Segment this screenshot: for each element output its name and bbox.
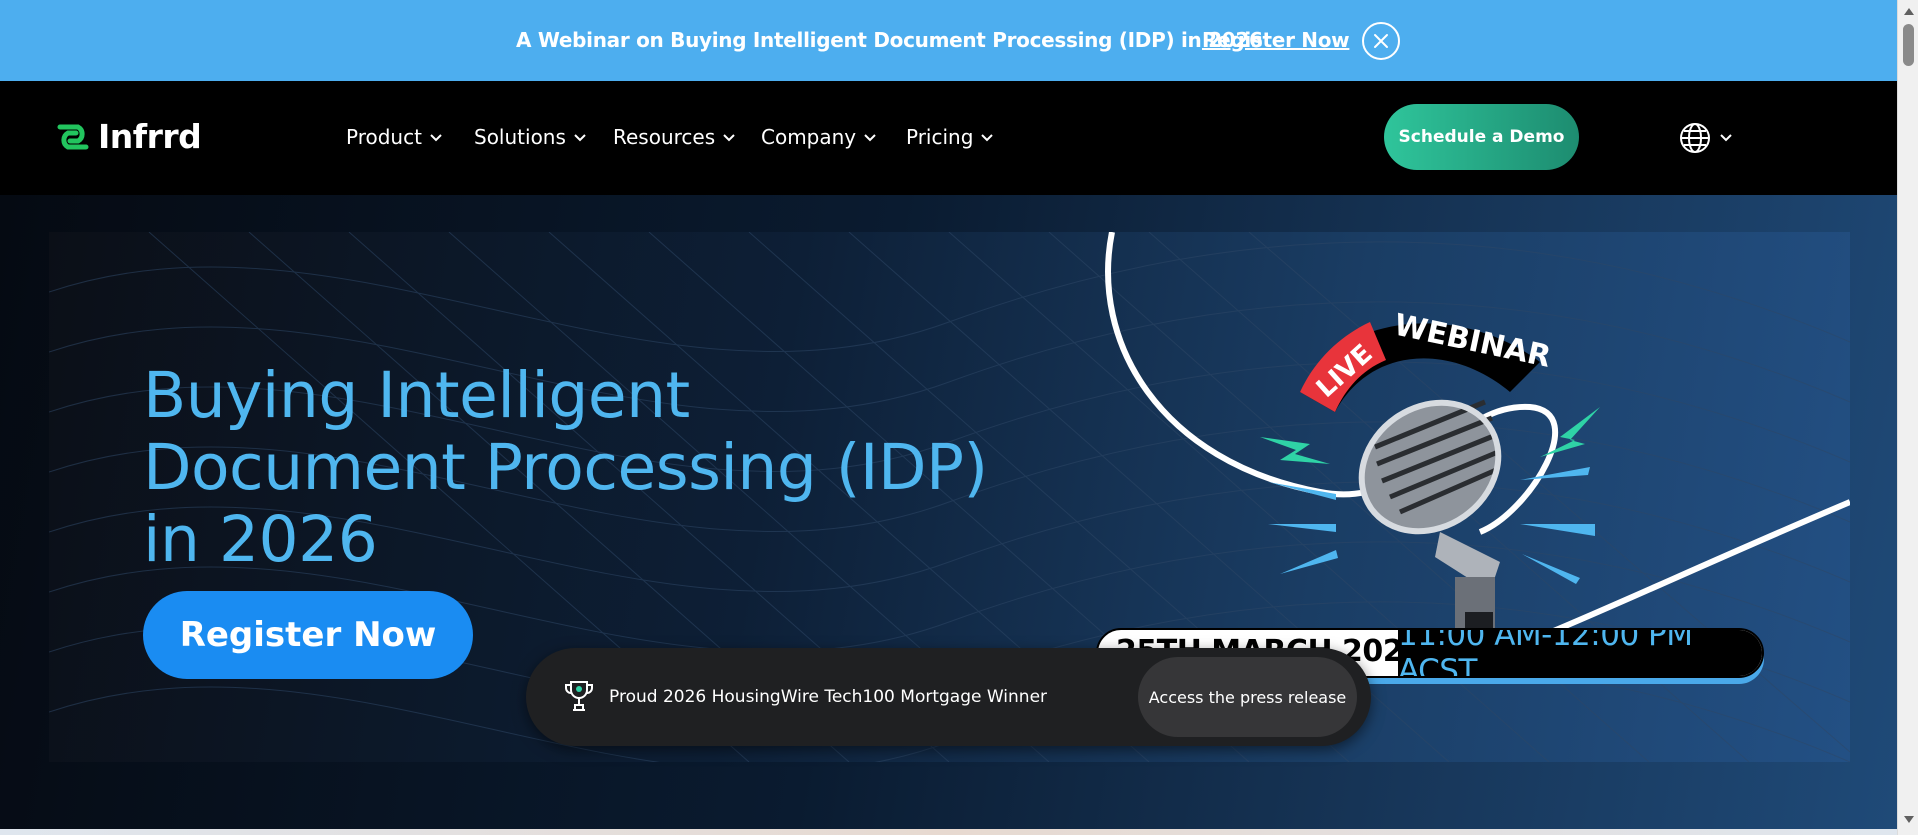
award-text: Proud 2026 HousingWire Tech100 Mortgage … <box>609 687 1048 707</box>
nav-item-label: Resources <box>613 125 716 149</box>
nav-item-label: Product <box>346 125 422 149</box>
chevron-down-icon <box>430 134 442 142</box>
close-icon <box>1374 34 1388 48</box>
scroll-up-button[interactable] <box>1898 4 1918 18</box>
arrow-up-icon <box>1903 7 1914 15</box>
announcement-register-link[interactable]: Register Now <box>1202 28 1350 52</box>
nav-item-pricing[interactable]: Pricing <box>906 125 994 149</box>
chevron-down-icon <box>864 134 876 142</box>
chevron-down-icon <box>981 134 994 142</box>
arrow-down-icon <box>1903 815 1914 823</box>
access-press-release-button[interactable]: Access the press release <box>1138 657 1357 737</box>
logo-text: Infrrd <box>98 117 202 156</box>
nav-item-label: Company <box>761 125 857 149</box>
nav-item-label: Solutions <box>474 125 566 149</box>
webinar-time: 11:00 AM-12:00 PM ACST <box>1398 630 1762 676</box>
scrollbar[interactable] <box>1897 0 1918 835</box>
nav-item-resources[interactable]: Resources <box>613 125 735 149</box>
award-toast: Proud 2026 HousingWire Tech100 Mortgage … <box>526 648 1371 746</box>
language-selector[interactable] <box>1678 121 1732 155</box>
chevron-down-icon <box>723 134 735 142</box>
announcement-text: A Webinar on Buying Intelligent Document… <box>516 28 1263 52</box>
nav-item-label: Pricing <box>906 125 974 149</box>
scroll-down-button[interactable] <box>1898 812 1918 826</box>
scrollbar-thumb[interactable] <box>1903 24 1914 66</box>
chevron-down-icon <box>574 134 586 142</box>
announcement-bar: A Webinar on Buying Intelligent Document… <box>0 0 1897 81</box>
logo[interactable]: Infrrd <box>56 117 202 156</box>
chevron-down-icon <box>1720 134 1732 142</box>
nav-item-solutions[interactable]: Solutions <box>474 125 586 149</box>
trophy-icon <box>565 681 593 711</box>
nav-item-company[interactable]: Company <box>761 125 876 149</box>
navbar: Infrrd Product Solutions Resources Compa… <box>0 81 1897 195</box>
schedule-demo-button[interactable]: Schedule a Demo <box>1384 104 1579 170</box>
page-bottom-edge <box>0 829 1897 835</box>
infrrd-logo-icon <box>57 124 89 149</box>
live-webinar-graphic: LIVE WEBINAR <box>1105 232 1850 675</box>
register-now-button[interactable]: Register Now <box>143 591 473 679</box>
nav-item-product[interactable]: Product <box>346 125 442 149</box>
close-announcement-button[interactable] <box>1362 22 1400 60</box>
globe-icon <box>1680 123 1710 153</box>
hero-title: Buying Intelligent Document Processing (… <box>143 359 988 576</box>
